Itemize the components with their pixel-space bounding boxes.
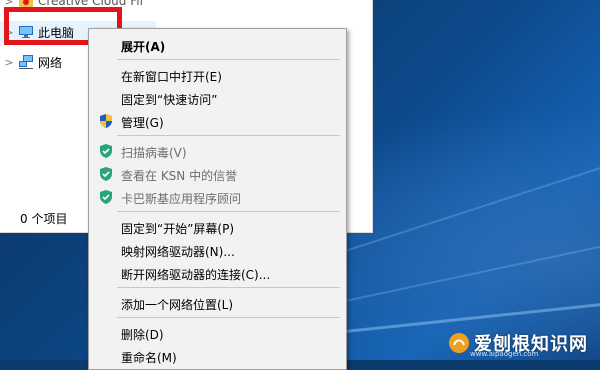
- menu-item-label: 删除(D): [121, 328, 164, 342]
- menu-item-label: 展开(A): [121, 40, 166, 54]
- nav-item-label: 此电脑: [38, 25, 75, 40]
- watermark-domain: www.aipaogen.com: [470, 350, 539, 358]
- menu-item-label: 在新窗口中打开(E): [121, 70, 222, 84]
- menu-item-label: 固定到“快速访问”: [121, 93, 218, 107]
- context-menu: 展开(A) 在新窗口中打开(E) 固定到“快速访问” 管理(G) 扫描病毒(V)…: [88, 28, 347, 370]
- light-beam: [345, 298, 600, 333]
- menu-item-delete[interactable]: 删除(D): [89, 322, 346, 344]
- chevron-right-icon[interactable]: >: [0, 0, 18, 8]
- menu-item-expand[interactable]: 展开(A): [89, 34, 346, 56]
- menu-item-pin-start[interactable]: 固定到“开始”屏幕(P): [89, 216, 346, 238]
- light-beam: [345, 237, 600, 302]
- menu-item-label: 扫描病毒(V): [121, 146, 187, 160]
- menu-item-open-new-window[interactable]: 在新窗口中打开(E): [89, 64, 346, 86]
- chevron-right-icon[interactable]: >: [0, 26, 18, 39]
- menu-separator: [117, 59, 340, 60]
- menu-item-label: 管理(G): [121, 116, 164, 130]
- status-bar-item-count: 0 个项目: [20, 212, 68, 226]
- kaspersky-shield-icon: [98, 166, 114, 182]
- menu-item-label: 映射网络驱动器(N)...: [121, 245, 235, 259]
- menu-separator: [117, 211, 340, 212]
- menu-item-label: 卡巴斯基应用程序顾问: [121, 192, 242, 206]
- menu-item-label: 添加一个网络位置(L): [121, 298, 234, 312]
- menu-item-pin-quick-access[interactable]: 固定到“快速访问”: [89, 87, 346, 109]
- menu-item-manage[interactable]: 管理(G): [89, 110, 346, 132]
- nav-item-label: 网络: [38, 55, 63, 70]
- uac-shield-icon: [98, 113, 114, 129]
- menu-item-map-network-drive[interactable]: 映射网络驱动器(N)...: [89, 239, 346, 261]
- menu-item-scan-virus[interactable]: 扫描病毒(V): [89, 140, 346, 162]
- menu-item-disconnect-network-drive[interactable]: 断开网络驱动器的连接(C)...: [89, 262, 346, 284]
- watermark-logo-icon: [448, 332, 470, 354]
- chevron-right-icon[interactable]: >: [0, 56, 18, 69]
- nav-item-creative-cloud[interactable]: > Creative Cloud Fil: [0, 0, 156, 12]
- menu-separator: [117, 317, 340, 318]
- menu-separator: [117, 135, 340, 136]
- menu-item-ksn-reputation[interactable]: 查看在 KSN 中的信誉: [89, 163, 346, 185]
- menu-item-add-network-location[interactable]: 添加一个网络位置(L): [89, 292, 346, 314]
- menu-item-label: 重命名(M): [121, 351, 177, 365]
- light-beam: [345, 157, 600, 252]
- menu-separator: [117, 287, 340, 288]
- nav-item-label: Creative Cloud Fil: [38, 0, 143, 8]
- menu-item-rename[interactable]: 重命名(M): [89, 345, 346, 367]
- menu-item-label: 查看在 KSN 中的信誉: [121, 169, 238, 183]
- creative-cloud-folder-icon: [18, 0, 34, 9]
- kaspersky-shield-icon: [98, 143, 114, 159]
- menu-item-label: 断开网络驱动器的连接(C)...: [121, 268, 271, 282]
- network-icon: [18, 54, 34, 70]
- kaspersky-shield-icon: [98, 189, 114, 205]
- menu-item-label: 固定到“开始”屏幕(P): [121, 222, 235, 236]
- computer-icon: [18, 24, 34, 40]
- menu-item-kaspersky-advisor[interactable]: 卡巴斯基应用程序顾问: [89, 186, 346, 208]
